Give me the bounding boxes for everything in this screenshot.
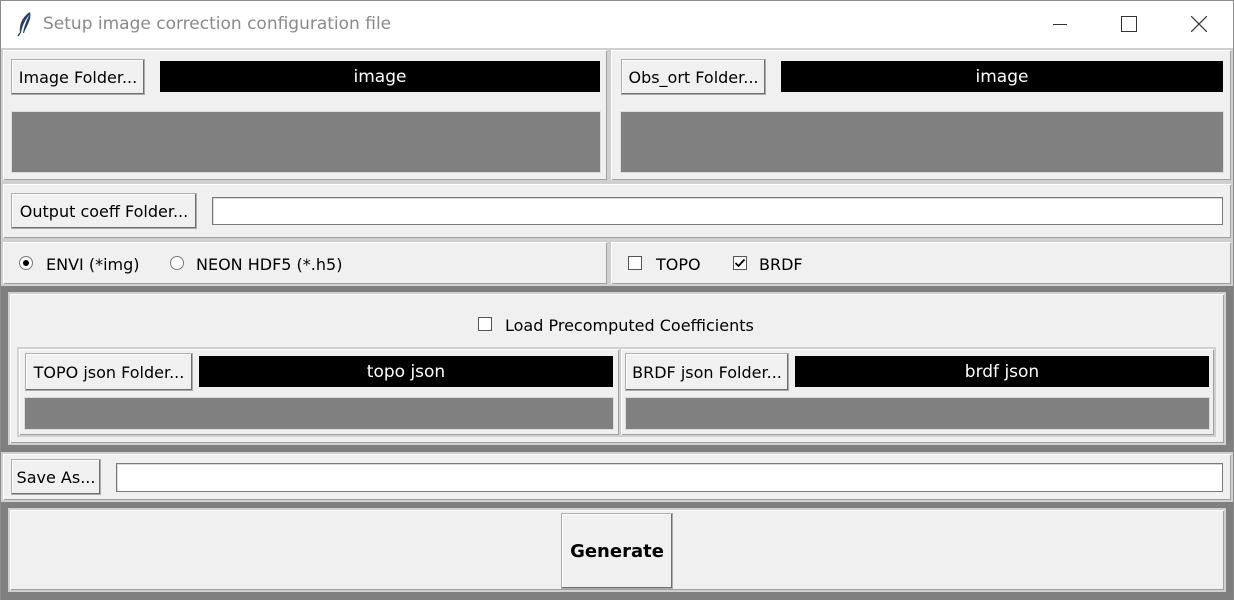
- brdf-checkbox-box[interactable]: [733, 256, 747, 270]
- obs-ort-folder-button[interactable]: Obs_ort Folder...: [621, 59, 766, 95]
- minimize-button[interactable]: [1025, 1, 1095, 49]
- topo-checkbox-label: TOPO: [656, 255, 701, 274]
- radio-neon-label: NEON HDF5 (*.h5): [196, 255, 343, 274]
- brdf-json-folder-button[interactable]: BRDF json Folder...: [625, 353, 789, 391]
- generate-button[interactable]: Generate: [561, 513, 673, 589]
- load-precomputed-label: Load Precomputed Coefficients: [505, 316, 754, 335]
- brdf-json-path: brdf json: [795, 356, 1209, 387]
- feather-icon: [17, 12, 31, 37]
- radio-envi-indicator[interactable]: [19, 256, 33, 270]
- close-button[interactable]: [1164, 1, 1234, 49]
- checkmark-icon: [734, 258, 746, 268]
- topo-checkbox-box[interactable]: [628, 256, 642, 270]
- close-icon: [1191, 16, 1207, 32]
- output-coeff-folder-button[interactable]: Output coeff Folder...: [11, 193, 197, 229]
- topo-json-list: [24, 397, 614, 430]
- save-as-button[interactable]: Save As...: [11, 459, 101, 495]
- topo-json-path: topo json: [199, 356, 613, 387]
- brdf-json-list: [625, 397, 1210, 430]
- save-as-field[interactable]: [116, 463, 1223, 492]
- image-folder-path: image: [160, 61, 600, 92]
- obs-ort-folder-path: image: [781, 61, 1223, 92]
- obs-ort-folder-list: [620, 111, 1224, 173]
- image-folder-list: [11, 111, 601, 173]
- maximize-button[interactable]: [1095, 1, 1165, 49]
- window-title: Setup image correction configuration fil…: [43, 14, 392, 34]
- load-precomputed-checkbox[interactable]: Load Precomputed Coefficients: [478, 316, 778, 336]
- radio-neon-indicator[interactable]: [170, 256, 184, 270]
- title-bar: Setup image correction configuration fil…: [0, 0, 1234, 48]
- topo-checkbox[interactable]: TOPO: [628, 255, 718, 275]
- radio-neon[interactable]: NEON HDF5 (*.h5): [168, 255, 388, 275]
- brdf-checkbox[interactable]: BRDF: [733, 255, 823, 275]
- brdf-checkbox-label: BRDF: [759, 255, 803, 274]
- output-coeff-field[interactable]: [212, 197, 1223, 225]
- image-folder-button[interactable]: Image Folder...: [11, 59, 145, 95]
- maximize-icon: [1121, 16, 1137, 32]
- topo-json-folder-button[interactable]: TOPO json Folder...: [25, 353, 193, 391]
- minimize-icon: [1053, 24, 1067, 25]
- load-precomputed-checkbox-box[interactable]: [478, 317, 492, 331]
- radio-envi-label: ENVI (*img): [46, 255, 140, 274]
